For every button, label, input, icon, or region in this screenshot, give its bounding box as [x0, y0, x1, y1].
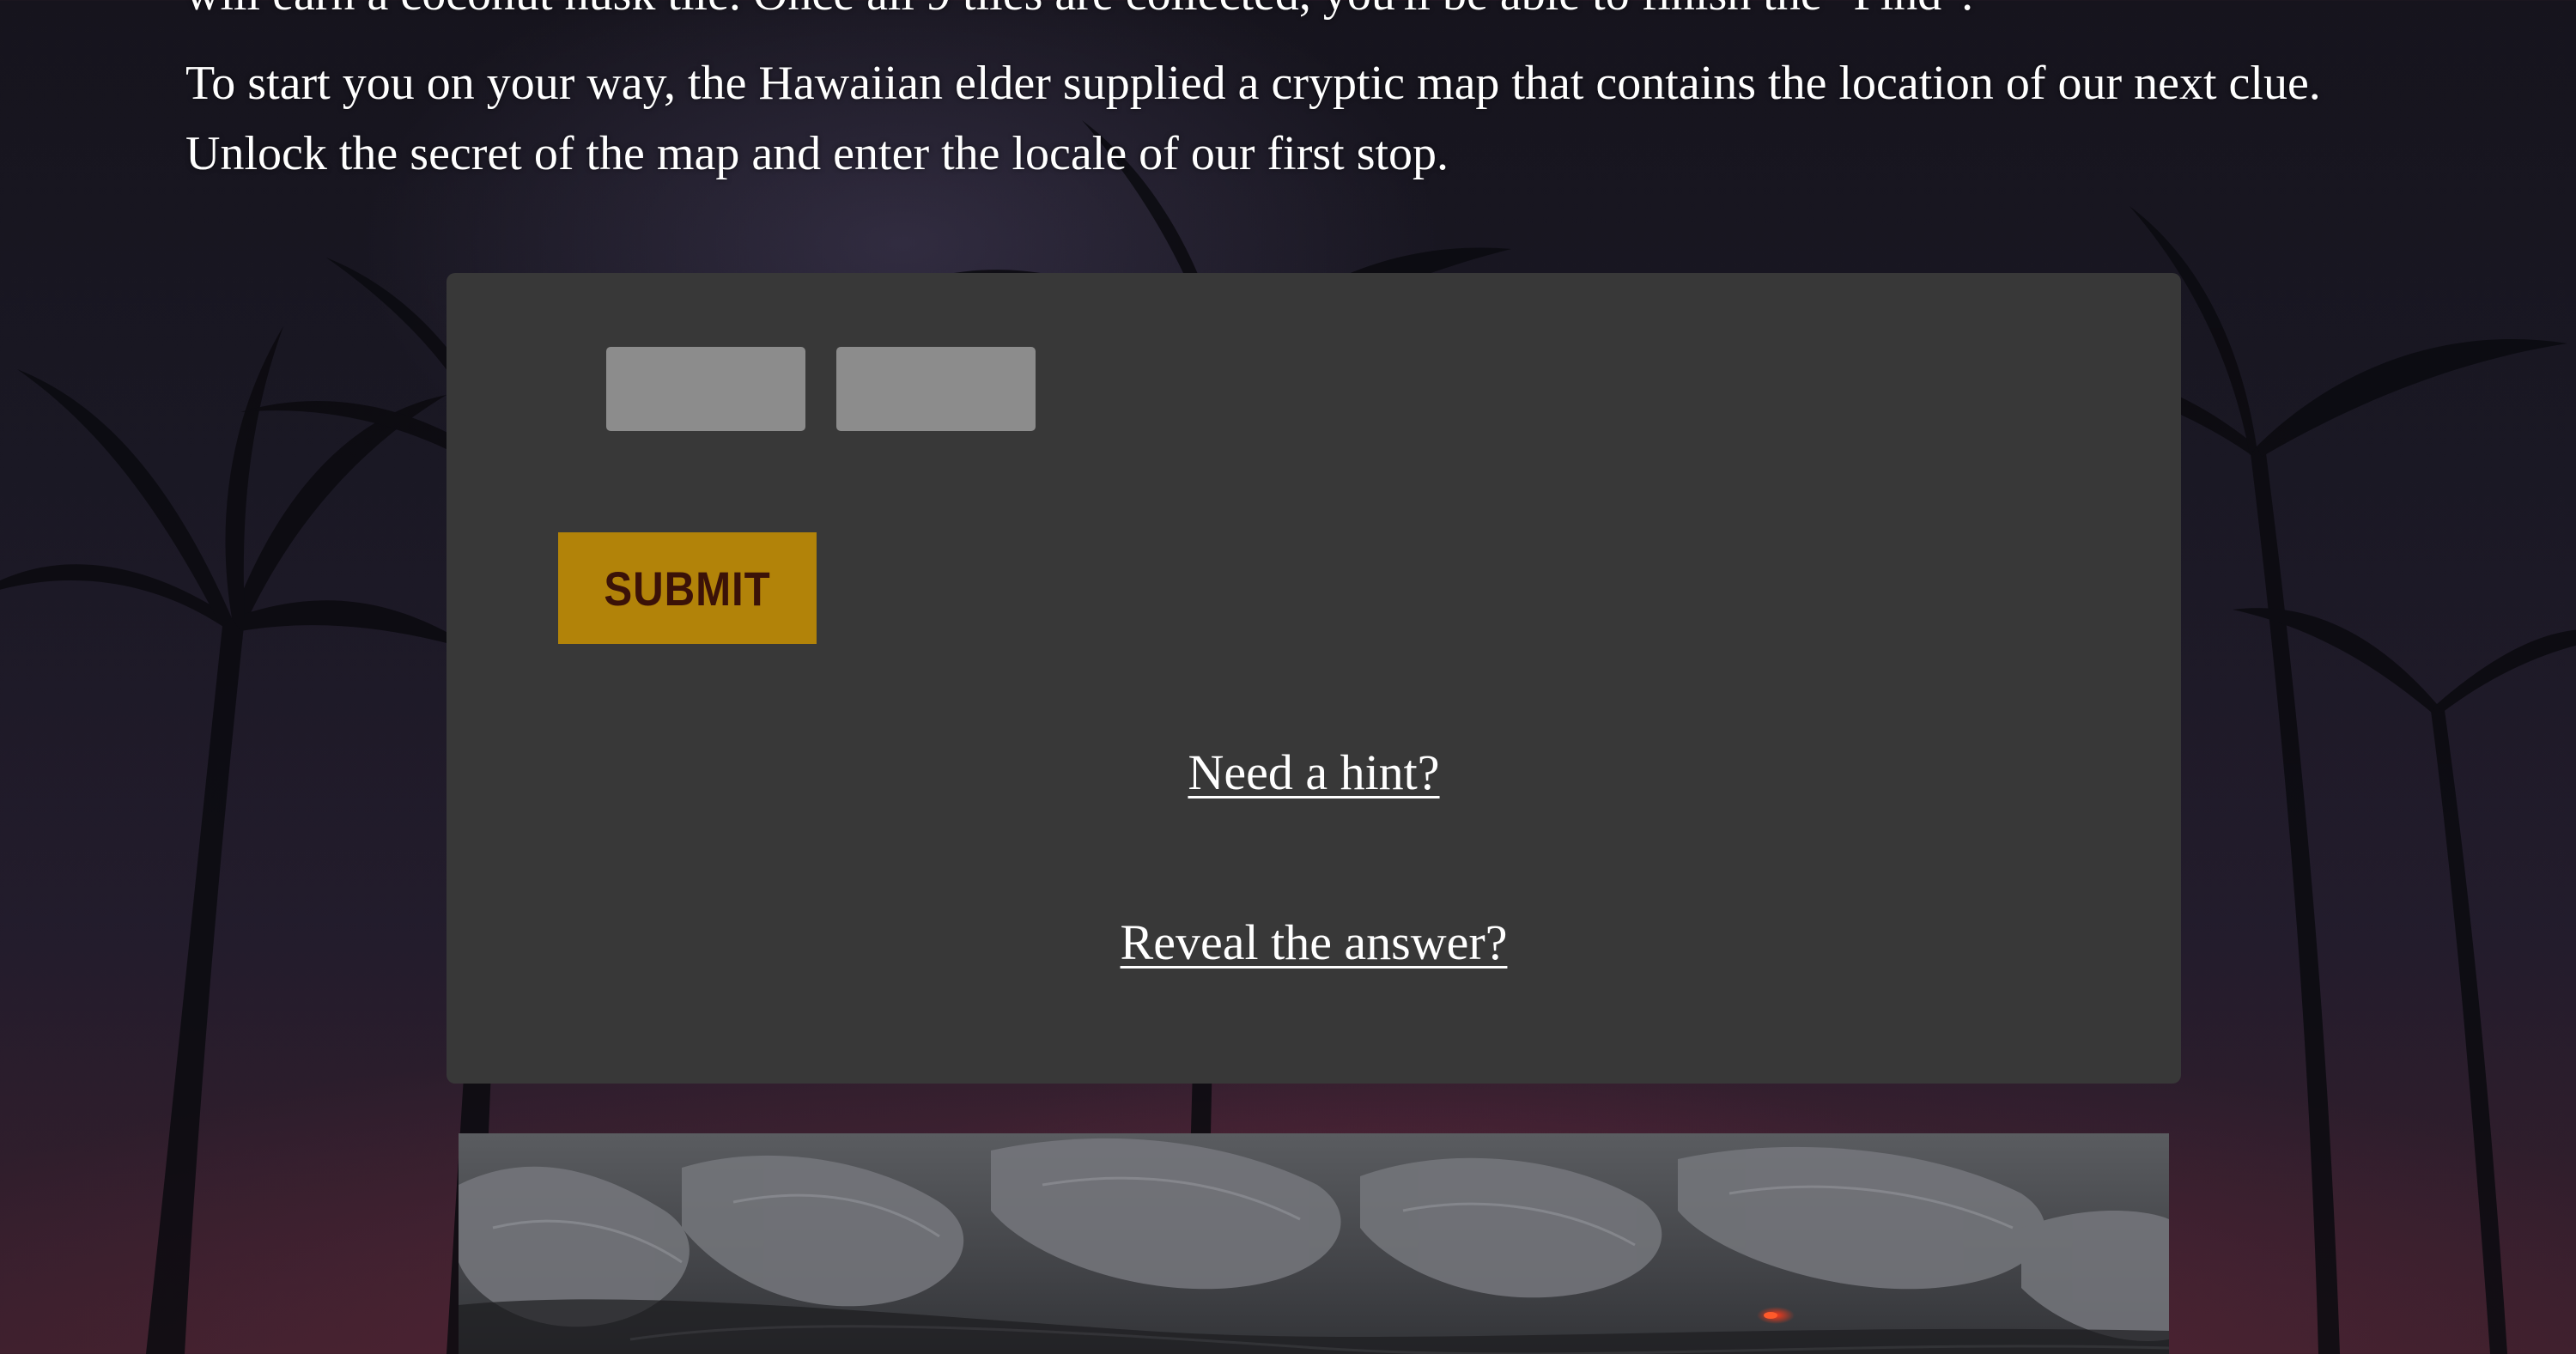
lava-rock-photo — [459, 1133, 2169, 1354]
intro-paragraph: To start you on your way, the Hawaiian e… — [185, 57, 2321, 180]
intro-text: will earn a coconut husk tile. Once all … — [185, 0, 2418, 189]
submit-button[interactable]: SUBMIT — [558, 532, 817, 644]
answer-inputs — [606, 347, 1036, 431]
need-hint-link[interactable]: Need a hint? — [447, 744, 2181, 801]
answer-panel: SUBMIT Need a hint? Reveal the answer? — [447, 273, 2181, 1084]
answer-input-1[interactable] — [606, 347, 805, 431]
intro-previous-line: will earn a coconut husk tile. Once all … — [185, 0, 2418, 29]
answer-input-2[interactable] — [836, 347, 1036, 431]
reveal-answer-link[interactable]: Reveal the answer? — [447, 914, 2181, 971]
lava-rock-image-icon — [459, 1133, 2169, 1354]
